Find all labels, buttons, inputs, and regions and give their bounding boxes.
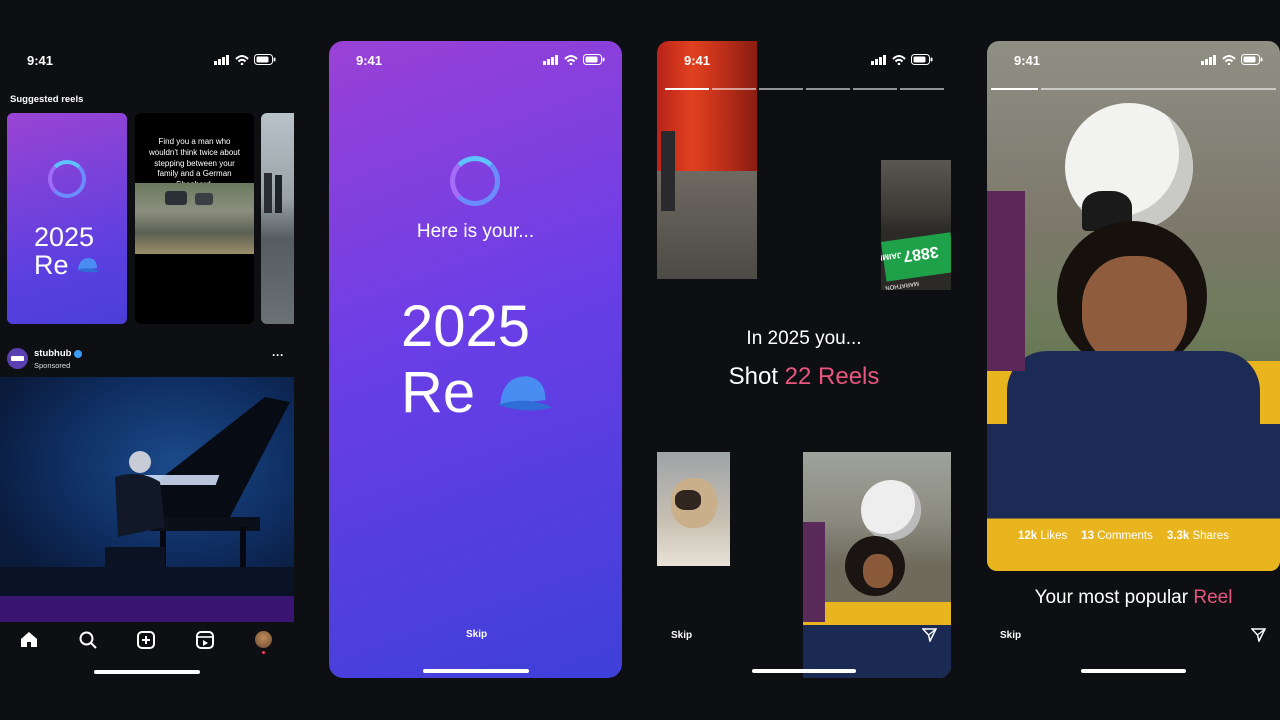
status-icons: [1201, 54, 1263, 65]
recap-word: Re: [34, 251, 101, 279]
home-indicator: [1081, 669, 1186, 673]
status-time: 9:41: [1014, 53, 1041, 68]
post-cta-strip[interactable]: [0, 596, 294, 622]
cap-icon: [76, 258, 100, 273]
loading-ring-icon: [450, 156, 500, 206]
stat-shares: 3.3k Shares: [1166, 530, 1229, 542]
battery-icon: [1241, 54, 1263, 65]
section-title: Suggested reels: [10, 94, 84, 105]
shot-count-text: Shot 22 Reels: [657, 363, 951, 391]
verified-icon: [74, 349, 83, 358]
profile-icon[interactable]: [255, 631, 272, 648]
wifi-icon: [564, 54, 578, 65]
post-header: stubhub Sponsored ···: [0, 344, 294, 374]
home-indicator: [752, 669, 856, 673]
status-icons: [214, 54, 276, 65]
stat-comments: 13 Comments: [1081, 530, 1153, 542]
photo-marathon-bib: 3887 JAIME MARATHON: [881, 160, 951, 290]
reel-stats: 12k Likes 13 Comments 3.3k Shares: [1018, 530, 1229, 542]
reels-icon[interactable]: [196, 631, 214, 649]
phone-recap-shot-count: 9:41 3887 JAIME MARATHON In 2025 you... …: [657, 41, 951, 678]
popular-caption: Your most popular Reel: [987, 587, 1280, 609]
battery-icon: [583, 54, 605, 65]
meme-photo: [135, 183, 254, 254]
status-time: 9:41: [356, 53, 383, 68]
status-time: 9:41: [684, 53, 711, 68]
sponsored-label: Sponsored: [34, 361, 71, 370]
caption-highlight: Reel: [1193, 587, 1233, 608]
status-bar: 9:41: [0, 40, 294, 70]
phone-feed: 9:41 Suggested reels 2025 Re Find you a …: [0, 0, 294, 720]
account-name: stubhub: [34, 348, 72, 359]
recap-word-text: Re: [34, 250, 69, 280]
caption-prefix: Your most popular: [1034, 587, 1194, 608]
send-icon[interactable]: [1251, 628, 1266, 642]
loading-ring-icon: [48, 160, 86, 198]
signal-icon: [871, 54, 886, 65]
status-icons: [871, 54, 933, 65]
create-icon[interactable]: [137, 631, 155, 649]
more-options-button[interactable]: ···: [272, 348, 284, 362]
shot-highlight: 22 Reels: [784, 363, 880, 390]
notification-dot: [262, 651, 265, 654]
home-icon[interactable]: [20, 631, 38, 648]
account-avatar[interactable]: [7, 348, 28, 369]
photo-pug: [657, 452, 730, 566]
status-icons: [543, 54, 605, 65]
recap-word-text: Re: [401, 360, 476, 425]
home-indicator: [423, 669, 529, 673]
reel-card-meme[interactable]: Find you a man who wouldn't think twice …: [135, 113, 254, 324]
reel-card-recap[interactable]: 2025 Re: [7, 113, 127, 324]
skip-button[interactable]: Skip: [466, 629, 487, 640]
phone-recap-most-popular: 9:41 12k Likes 13 Comments 3.3k Shares Y…: [987, 41, 1280, 678]
recap-year: 2025: [401, 294, 531, 359]
signal-icon: [1201, 54, 1216, 65]
bottom-nav: [0, 626, 294, 656]
signal-icon: [214, 54, 229, 65]
photo-soccer: [803, 452, 951, 678]
home-indicator: [94, 670, 200, 674]
recap-year: 2025: [34, 222, 95, 252]
send-icon[interactable]: [922, 628, 937, 642]
post-image[interactable]: [0, 377, 294, 596]
skip-button[interactable]: Skip: [671, 630, 692, 641]
status-time: 9:41: [27, 53, 54, 68]
search-icon[interactable]: [79, 631, 97, 649]
cap-icon: [497, 376, 553, 411]
bib-event: MARATHON: [884, 279, 920, 290]
phone-recap-intro: 9:41 Here is your... 2025 Re Skip: [329, 41, 622, 678]
reel-card-street[interactable]: [261, 113, 294, 324]
wifi-icon: [235, 54, 249, 65]
stat-likes: 12k Likes: [1018, 530, 1068, 542]
account-name-row[interactable]: stubhub: [34, 348, 83, 359]
piano-illustration: [0, 397, 294, 596]
battery-icon: [911, 54, 933, 65]
battery-icon: [254, 54, 276, 65]
reel-photo[interactable]: [987, 41, 1280, 571]
signal-icon: [543, 54, 558, 65]
photo-torii: [657, 41, 757, 279]
wifi-icon: [1222, 54, 1236, 65]
wifi-icon: [892, 54, 906, 65]
intro-text: Here is your...: [416, 221, 535, 242]
shot-prefix: Shot: [728, 363, 785, 390]
skip-button[interactable]: Skip: [1000, 630, 1021, 641]
shot-intro-text: In 2025 you...: [746, 328, 862, 349]
recap-word: Re: [401, 360, 555, 425]
